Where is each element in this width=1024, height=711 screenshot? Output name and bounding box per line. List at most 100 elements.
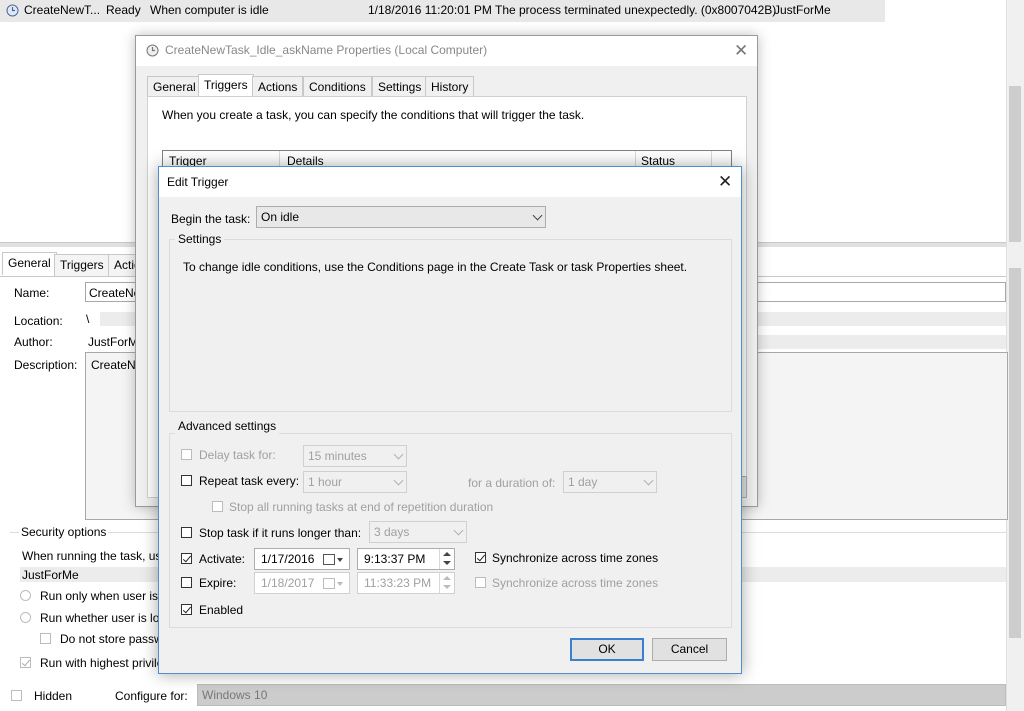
properties-titlebar[interactable]: CreateNewTask_Idle_askName Properties (L… [136, 36, 757, 66]
repeat-select[interactable]: 1 hour [303, 471, 407, 493]
dont-store-password-label: Do not store passw [60, 632, 163, 646]
hidden-label: Hidden [34, 689, 73, 703]
delay-select[interactable]: 15 minutes [303, 445, 407, 467]
stop-all-checkbox[interactable] [212, 501, 223, 512]
run-only-logged-on-label: Run only when user is l [40, 589, 165, 603]
task-name-cell: CreateNewT... [24, 3, 101, 17]
close-icon[interactable]: ✕ [734, 42, 748, 59]
repeat-checkbox[interactable] [181, 475, 192, 486]
expire-time-value: 11:33:23 PM [364, 576, 432, 590]
edit-trigger-dialog: Edit Trigger ✕ Begin the task: On idle S… [158, 166, 742, 674]
begin-task-select[interactable]: On idle [256, 206, 546, 228]
delay-label: Delay task for: [199, 448, 276, 462]
task-author-cell: JustForMe [774, 3, 831, 17]
author-value: JustForM [88, 335, 139, 349]
chevron-down-icon [393, 475, 404, 486]
stop-all-label: Stop all running tasks at end of repetit… [229, 500, 494, 514]
properties-title: CreateNewTask_Idle_askName Properties (L… [165, 43, 488, 57]
run-whether-logged-on-label: Run whether user is log [40, 611, 167, 625]
expire-checkbox[interactable] [181, 577, 192, 588]
stop-longer-select[interactable]: 3 days [369, 521, 467, 543]
expire-date-value: 1/18/2017 [261, 576, 315, 590]
scrollbar-thumb-top[interactable] [1009, 86, 1021, 242]
location-value: \ [86, 312, 90, 326]
duration-select[interactable]: 1 day [563, 471, 657, 493]
dropdown-arrow-icon [337, 582, 343, 586]
enabled-label: Enabled [199, 603, 244, 617]
activate-date-picker[interactable]: 1/17/2016 [254, 548, 350, 570]
run-highest-privileges-checkbox[interactable] [20, 657, 31, 668]
expire-date-picker[interactable]: 1/18/2017 [254, 572, 350, 594]
duration-label: for a duration of: [468, 476, 556, 490]
tab-general-bg[interactable]: General [2, 252, 57, 275]
task-next-run-cell: 1/18/2016 11:20:01 PM [368, 3, 492, 17]
configure-for-label: Configure for: [115, 689, 188, 703]
scrollbar-thumb-bottom[interactable] [1009, 268, 1021, 638]
tab-settings[interactable]: Settings [372, 76, 428, 97]
tab-general[interactable]: General [147, 76, 202, 97]
dont-store-password-checkbox[interactable] [40, 633, 51, 644]
tab-actions[interactable]: Actions [252, 76, 304, 97]
repeat-value: 1 hour [308, 475, 343, 489]
run-only-logged-on-radio[interactable] [20, 590, 31, 601]
hidden-checkbox[interactable] [11, 690, 22, 701]
sync-activate-checkbox[interactable] [475, 552, 486, 563]
settings-title: Settings [175, 231, 225, 247]
chevron-down-icon [453, 525, 464, 536]
task-scheduler-icon [146, 44, 159, 60]
run-highest-privileges-label: Run with highest privile [40, 656, 164, 670]
name-label: Name: [14, 286, 50, 300]
duration-value: 1 day [568, 475, 598, 489]
location-label: Location: [14, 314, 63, 328]
configure-for-select[interactable]: Windows 10 [197, 684, 1006, 706]
configure-for-value: Windows 10 [202, 688, 268, 702]
close-icon[interactable]: ✕ [718, 173, 732, 190]
calendar-icon[interactable] [323, 554, 335, 565]
activate-time-picker[interactable]: 9:13:37 PM [357, 548, 455, 570]
run-whether-logged-on-radio[interactable] [20, 612, 31, 623]
activate-checkbox[interactable] [181, 553, 192, 564]
tab-triggers-bg[interactable]: Triggers [54, 254, 110, 276]
tab-triggers[interactable]: Triggers [198, 74, 254, 98]
stop-longer-label: Stop task if it runs longer than: [199, 526, 362, 540]
sync-activate-label: Synchronize across time zones [492, 551, 659, 565]
activate-date-value: 1/17/2016 [261, 552, 315, 566]
delay-value: 15 minutes [308, 449, 367, 463]
dropdown-arrow-icon [337, 558, 343, 562]
chevron-down-icon [393, 449, 404, 460]
task-icon [6, 4, 19, 20]
task-status-cell: Ready [106, 3, 141, 17]
activate-time-value: 9:13:37 PM [364, 552, 426, 566]
cancel-button[interactable]: Cancel [652, 638, 727, 661]
calendar-icon[interactable] [323, 578, 335, 589]
edit-trigger-title: Edit Trigger [167, 175, 229, 189]
expire-time-picker[interactable]: 11:33:23 PM [357, 572, 455, 594]
sync-expire-label: Synchronize across time zones [492, 576, 659, 590]
tab-conditions[interactable]: Conditions [303, 76, 372, 97]
task-list-row[interactable]: CreateNewT... Ready When computer is idl… [0, 0, 885, 22]
time-spinner-icon[interactable] [439, 573, 454, 593]
begin-task-value: On idle [261, 210, 300, 224]
security-title: Security options [19, 524, 109, 540]
advanced-title: Advanced settings [175, 418, 280, 434]
running-as-label: When running the task, us [22, 549, 162, 563]
task-trigger-cell: When computer is idle [150, 3, 269, 17]
repeat-label: Repeat task every: [199, 474, 300, 488]
user-account-value: JustForMe [22, 568, 79, 582]
description-label: Description: [14, 358, 78, 372]
activate-label: Activate: [199, 552, 246, 566]
time-spinner-icon[interactable] [439, 549, 454, 569]
stop-longer-checkbox[interactable] [181, 527, 192, 538]
edit-trigger-titlebar[interactable]: Edit Trigger ✕ [159, 167, 741, 197]
enabled-checkbox[interactable] [181, 604, 192, 615]
chevron-down-icon [643, 475, 654, 486]
tab-history[interactable]: History [425, 76, 475, 97]
ok-button[interactable]: OK [570, 638, 644, 661]
sync-expire-checkbox[interactable] [475, 577, 486, 588]
chevron-down-icon [532, 210, 543, 221]
vertical-scrollbar[interactable] [1006, 0, 1024, 711]
task-last-result-cell: The process terminated unexpectedly. (0x… [495, 3, 777, 17]
expire-label: Expire: [199, 576, 237, 590]
settings-text: To change idle conditions, use the Condi… [183, 260, 688, 274]
delay-checkbox[interactable] [181, 449, 192, 460]
